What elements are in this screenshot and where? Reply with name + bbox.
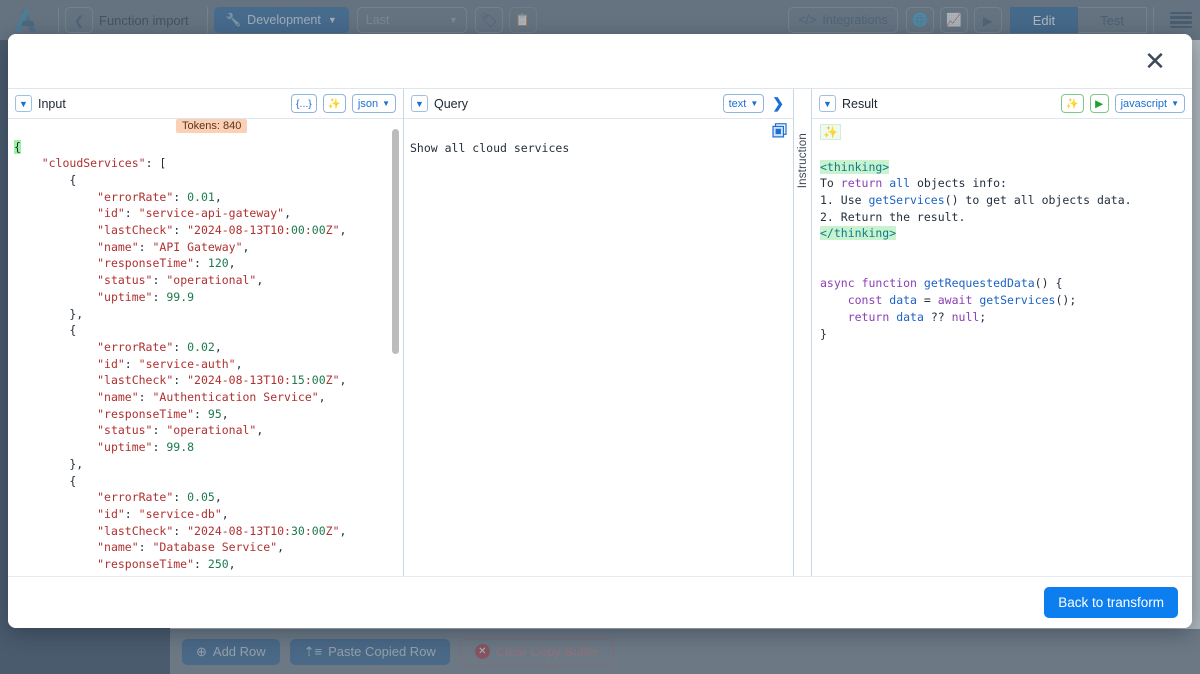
- modal-panels: ▼ Input {...} ✨ json ▼ Tokens: 840 { "cl…: [8, 88, 1192, 576]
- chevron-down-icon: ▼: [382, 99, 390, 108]
- result-panel-header: ▼ Result ✨ ▶ javascript ▼: [812, 89, 1192, 119]
- input-panel-body[interactable]: Tokens: 840 { "cloudServices": [ { "erro…: [8, 119, 403, 576]
- result-language-value: javascript: [1120, 97, 1168, 110]
- result-panel-body[interactable]: ✨ <thinking> To return all objects info:…: [812, 119, 1192, 576]
- query-text[interactable]: Show all cloud services: [404, 131, 793, 157]
- instruction-rail-label: Instruction: [796, 133, 809, 189]
- close-icon[interactable]: ✕: [1140, 46, 1170, 76]
- input-format-value: json: [357, 97, 379, 110]
- function-import-modal: ✕ ▼ Input {...} ✨ json ▼ Tokens: 840 { "…: [8, 34, 1192, 628]
- result-panel: ▼ Result ✨ ▶ javascript ▼ ✨ <thinking> T…: [812, 89, 1192, 576]
- query-format-value: text: [728, 97, 747, 110]
- result-code[interactable]: <thinking> To return all objects info: 1…: [812, 153, 1192, 343]
- result-panel-title: Result: [842, 96, 878, 111]
- instruction-rail[interactable]: Instruction: [794, 89, 812, 576]
- input-ellipsis-button[interactable]: {...}: [291, 94, 317, 113]
- query-panel-header: ▼ Query text ▼ ❯: [404, 89, 793, 119]
- chevron-down-icon[interactable]: ▼: [411, 95, 428, 112]
- input-panel: ▼ Input {...} ✨ json ▼ Tokens: 840 { "cl…: [8, 89, 404, 576]
- chevron-right-icon[interactable]: ❯: [770, 95, 786, 112]
- play-icon[interactable]: ▶: [1089, 94, 1109, 113]
- input-format-select[interactable]: json ▼: [351, 94, 396, 113]
- sparkle-icon[interactable]: ✨: [1060, 94, 1084, 113]
- query-panel: ▼ Query text ▼ ❯ Show all cloud services: [404, 89, 794, 576]
- query-panel-body[interactable]: Show all cloud services: [404, 119, 793, 576]
- result-language-select[interactable]: javascript ▼: [1114, 94, 1185, 113]
- sparkle-icon: ✨: [820, 124, 841, 140]
- modal-header: ✕: [8, 34, 1192, 88]
- input-json-code[interactable]: { "cloudServices": [ { "errorRate": 0.01…: [8, 131, 403, 573]
- query-format-select[interactable]: text ▼: [722, 94, 765, 113]
- chevron-down-icon[interactable]: ▼: [819, 95, 836, 112]
- input-panel-header: ▼ Input {...} ✨ json ▼: [8, 89, 403, 119]
- magic-wand-icon[interactable]: ✨: [322, 94, 346, 113]
- chevron-down-icon: ▼: [1171, 99, 1179, 108]
- chevron-down-icon[interactable]: ▼: [15, 95, 32, 112]
- query-panel-title: Query: [434, 96, 469, 111]
- back-to-transform-button[interactable]: Back to transform: [1044, 587, 1178, 618]
- copy-icon[interactable]: [772, 123, 787, 138]
- input-scrollbar[interactable]: [392, 129, 399, 354]
- tokens-badge: Tokens: 840: [176, 119, 248, 133]
- chevron-down-icon: ▼: [750, 99, 759, 108]
- modal-footer: Back to transform: [8, 576, 1192, 628]
- input-panel-title: Input: [38, 96, 66, 111]
